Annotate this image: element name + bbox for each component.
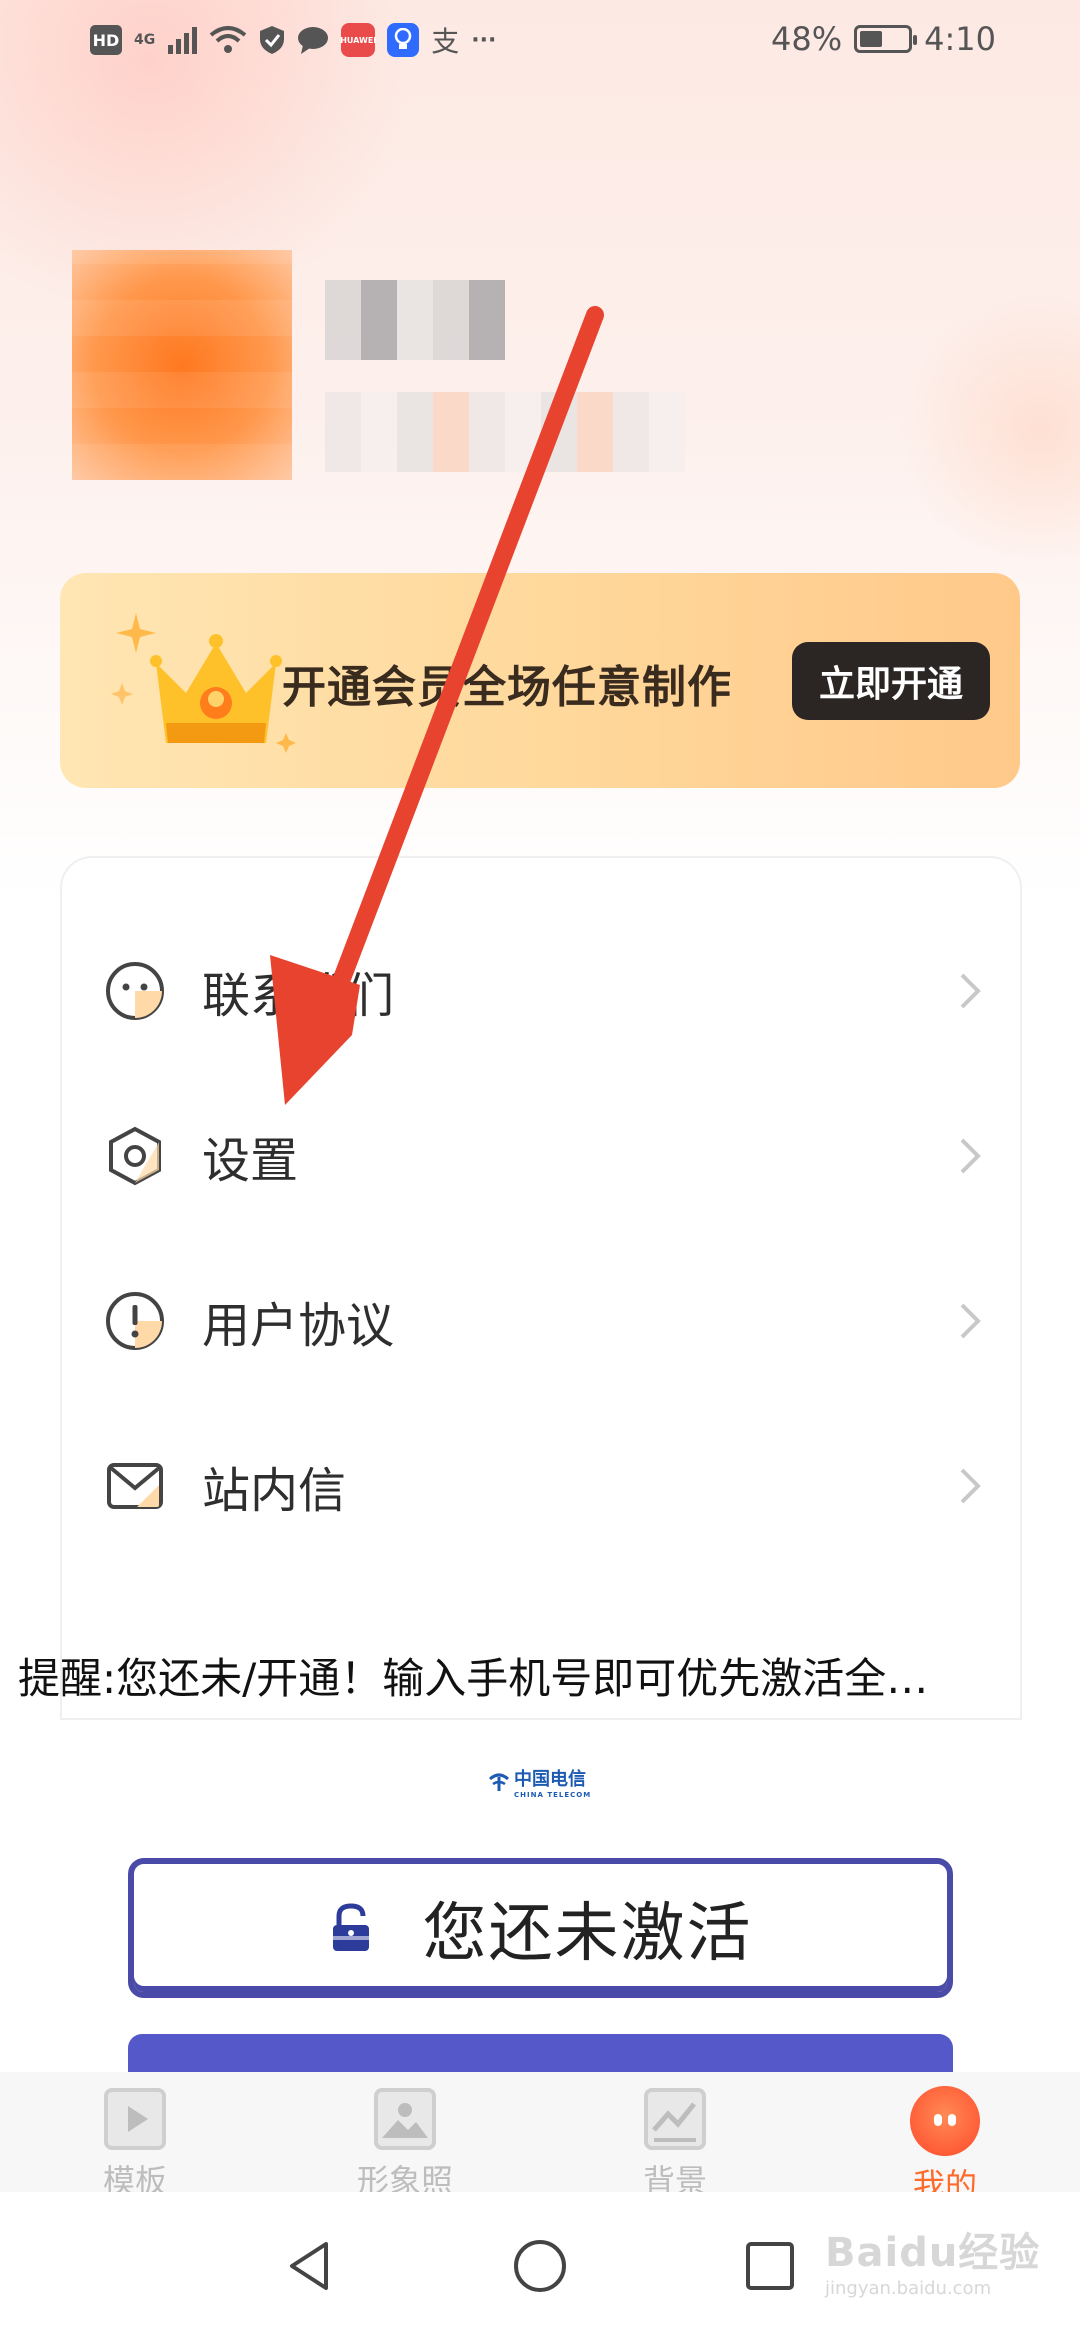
- secondary-purple-button[interactable]: [128, 2034, 953, 2074]
- nav-item-mine[interactable]: 我的: [875, 2086, 1015, 2206]
- vip-banner[interactable]: 开通会员全场任意制作 立即开通: [60, 573, 1020, 788]
- nav-item-template[interactable]: 模板: [65, 2086, 205, 2202]
- status-icons-right: 48% 4:10: [771, 20, 996, 58]
- chevron-right-icon: [960, 973, 981, 1008]
- activate-label: 您还未激活: [422, 1897, 753, 1971]
- menu-item-user-agreement[interactable]: 用户协议: [62, 1238, 1020, 1403]
- menu-card: 联系我们 设置 用户协议 站内信: [62, 858, 1020, 1718]
- contact-face-icon: [106, 961, 164, 1020]
- settings-hexagon-icon: [109, 1126, 161, 1185]
- clock: 4:10: [924, 20, 996, 58]
- hd-icon: HD: [90, 25, 122, 55]
- recents-square-icon[interactable]: [740, 2236, 800, 2296]
- vip-banner-text: 开通会员全场任意制作: [282, 662, 732, 713]
- telecom-text: 中国电信 CHINA TELECOM: [514, 1769, 592, 1799]
- home-circle-icon[interactable]: [510, 2236, 570, 2296]
- crown-icon: [111, 613, 296, 753]
- username-blurred: [325, 280, 505, 360]
- battery-icon: [854, 25, 918, 53]
- more-notifications-icon: ···: [471, 27, 497, 53]
- menu-label-inbox: 站内信: [202, 1462, 347, 1519]
- mine-face-icon: [910, 2086, 980, 2156]
- avatar[interactable]: [72, 250, 292, 480]
- nav-item-portrait[interactable]: 形象照: [335, 2086, 475, 2202]
- signal-icon: [167, 22, 198, 58]
- menu-item-settings[interactable]: 设置: [62, 1073, 1020, 1238]
- menu-label-user-agreement: 用户协议: [202, 1297, 395, 1354]
- message-icon: [297, 22, 329, 58]
- menu-label-settings: 设置: [202, 1132, 299, 1189]
- menu-item-inbox[interactable]: 站内信: [62, 1403, 1020, 1568]
- vip-open-button[interactable]: 立即开通: [792, 642, 990, 720]
- nav-item-background[interactable]: 背景: [605, 2086, 745, 2202]
- chevron-right-icon: [960, 1468, 981, 1503]
- shield-icon: [259, 22, 285, 58]
- menu-label-contact-us: 联系我们: [202, 967, 395, 1024]
- chevron-right-icon: [960, 1303, 981, 1338]
- mail-icon: [107, 1462, 163, 1509]
- activate-button[interactable]: 您还未激活: [128, 1858, 953, 1998]
- agreement-exclamation-icon: [106, 1291, 164, 1350]
- alipay-icon: 支: [431, 25, 460, 58]
- china-telecom-logo: 中国电信 CHINA TELECOM: [488, 1765, 591, 1799]
- network-4g-icon: 4G: [134, 32, 156, 48]
- baidu-jingyan-watermark: Baidu经验 jingyan.baidu.com: [825, 2230, 1041, 2299]
- status-bar: HD 4G HUAWEI 支 ··· 48% 4:10: [0, 0, 1080, 84]
- huawei-app-icon: HUAWEI: [340, 23, 376, 57]
- battery-percent: 48%: [771, 20, 843, 58]
- telecom-logo-icon: [489, 1773, 509, 1791]
- wifi-icon: [209, 22, 247, 58]
- battery-level: [860, 31, 883, 47]
- back-triangle-icon[interactable]: [280, 2236, 340, 2296]
- menu-item-contact-us[interactable]: 联系我们: [62, 908, 1020, 1073]
- bottom-nav: 模板 形象照 背景 我的: [0, 2072, 1080, 2204]
- template-play-icon: [104, 2088, 166, 2150]
- chevron-right-icon: [960, 1138, 981, 1173]
- background-image-icon: [644, 2088, 706, 2150]
- status-icons-left: HD 4G HUAWEI 支 ···: [90, 22, 496, 58]
- user-id-blurred: [325, 392, 685, 472]
- unlock-icon: [332, 1903, 369, 1951]
- reminder-text: 提醒:您还未/开通！输入手机号即可优先激活全…: [18, 1654, 929, 1703]
- bulb-app-icon: [387, 23, 420, 57]
- portrait-image-icon: [374, 2088, 436, 2150]
